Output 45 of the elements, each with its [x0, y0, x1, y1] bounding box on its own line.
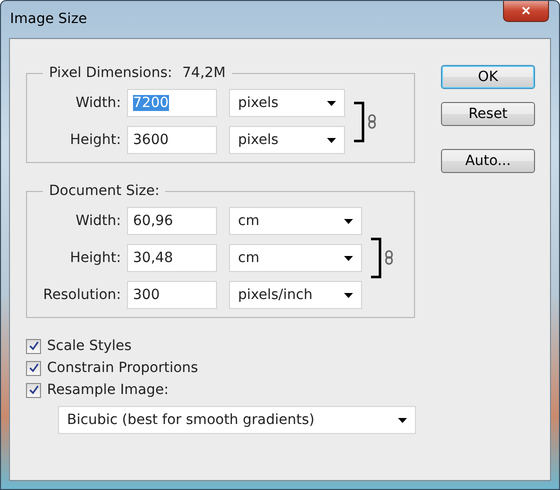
- group-title: Document Size:: [49, 183, 160, 199]
- caret-icon: [344, 218, 353, 224]
- dialog-button[interactable]: Auto...: [441, 149, 535, 173]
- pixel-size-value: 74,2M: [182, 65, 226, 81]
- field-label: Height:: [69, 250, 121, 266]
- link-icon[interactable]: [353, 100, 377, 142]
- checkbox[interactable]: [26, 360, 41, 376]
- unit-dropdown[interactable]: cm: [229, 207, 362, 235]
- checkbox-option[interactable]: Resample Image:: [26, 382, 415, 398]
- check-icon: [28, 385, 38, 395]
- dialog-button[interactable]: OK: [441, 65, 535, 89]
- field-value: 7200: [133, 95, 169, 111]
- input-field[interactable]: 3600: [127, 126, 217, 154]
- checkbox-option[interactable]: Constrain Proportions: [26, 360, 415, 376]
- field-label: Resolution:: [42, 287, 121, 303]
- close-button[interactable]: ✕: [503, 1, 549, 22]
- field-value: 60,96: [133, 213, 174, 229]
- field-label: Width:: [74, 213, 121, 229]
- field-label: Width:: [74, 95, 121, 111]
- check-icon: [28, 341, 38, 351]
- caret-icon: [327, 100, 336, 106]
- unit-dropdown[interactable]: pixels/inch: [229, 281, 362, 309]
- input-field[interactable]: 300: [127, 281, 217, 309]
- unit-dropdown[interactable]: pixels: [229, 89, 345, 117]
- unit-dropdown[interactable]: cm: [229, 244, 362, 272]
- input-field[interactable]: 60,96: [127, 207, 217, 235]
- resample-dropdown[interactable]: Bicubic (best for smooth gradients): [58, 406, 416, 434]
- caret-icon: [344, 256, 353, 260]
- check-icon: [28, 363, 38, 373]
- checkbox-option[interactable]: Scale Styles: [26, 338, 415, 354]
- caret-icon: [344, 292, 353, 298]
- unit-dropdown[interactable]: pixels: [229, 126, 345, 154]
- caret-icon: [398, 418, 407, 422]
- field-value: 300: [133, 287, 160, 303]
- dialog-button[interactable]: Reset: [441, 102, 535, 126]
- field-value: 30,48: [133, 250, 174, 266]
- window-title: Image Size: [10, 11, 88, 27]
- checkbox[interactable]: [26, 382, 41, 398]
- link-icon[interactable]: [370, 237, 394, 279]
- input-field[interactable]: 30,48: [127, 244, 217, 272]
- checkbox[interactable]: [26, 338, 41, 354]
- field-label: Height:: [69, 132, 121, 148]
- group-title: Pixel Dimensions:: [49, 65, 172, 81]
- field-value: 3600: [133, 132, 169, 148]
- caret-icon: [327, 138, 336, 142]
